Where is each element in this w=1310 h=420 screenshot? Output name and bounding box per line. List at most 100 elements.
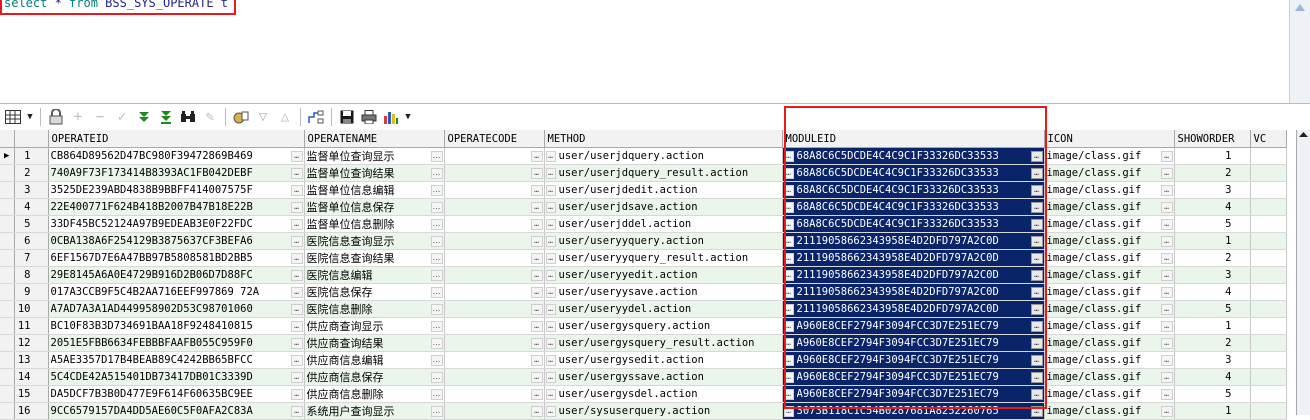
ellipsis-button[interactable]: … — [1160, 253, 1173, 264]
cell-operateid[interactable]: 2051E5FBB6634FEBBBFAAFB055C959F0… — [48, 334, 305, 352]
cell-moduleid[interactable]: … 21119058662343958E4D2DFD797A2C0D… — [782, 266, 1045, 284]
ellipsis-button[interactable]: … — [290, 389, 303, 400]
cell-vc[interactable] — [1250, 300, 1287, 318]
ellipsis-button[interactable]: … — [1160, 236, 1173, 247]
fetch-next-icon[interactable] — [133, 106, 155, 128]
ellipsis-button[interactable]: … — [1030, 236, 1043, 247]
editor-scrollbar[interactable] — [1289, 0, 1310, 103]
ellipsis-button[interactable]: … — [783, 151, 794, 162]
ellipsis-button[interactable]: … — [545, 219, 556, 230]
cell-method[interactable]: … user/userjddel.action — [544, 215, 783, 233]
cell-operateid[interactable]: 017A3CCB9F5C4B2AA716EEF997869 72A… — [48, 283, 305, 301]
cell-vc[interactable] — [1250, 164, 1287, 182]
ellipsis-button[interactable]: … — [545, 236, 556, 247]
cell-moduleid[interactable]: … 3073B118C1C54B0287681A8252260765… — [782, 402, 1045, 420]
cell-operatename[interactable]: 监督单位信息删除… — [304, 215, 445, 233]
ellipsis-button[interactable]: … — [530, 304, 543, 315]
cell-operatecode[interactable]: … — [444, 198, 545, 216]
ellipsis-button[interactable]: … — [545, 304, 556, 315]
ellipsis-button[interactable]: … — [290, 406, 303, 417]
ellipsis-button[interactable]: … — [1030, 304, 1043, 315]
ellipsis-button[interactable]: … — [545, 253, 556, 264]
row-indicator[interactable] — [0, 317, 15, 335]
cell-icon[interactable]: image/class.gif… — [1044, 198, 1175, 216]
ellipsis-button[interactable]: … — [430, 151, 443, 162]
grid-view-icon[interactable] — [2, 106, 24, 128]
ellipsis-button[interactable]: … — [783, 253, 794, 264]
cell-icon[interactable]: image/class.gif… — [1044, 181, 1175, 199]
export-icon[interactable] — [305, 106, 327, 128]
cell-showorder[interactable]: 4 — [1174, 283, 1251, 301]
cell-method[interactable]: … user/usergysedit.action — [544, 351, 783, 369]
cell-method[interactable]: … user/usergysquery_result.action — [544, 334, 783, 352]
ellipsis-button[interactable]: … — [1160, 406, 1173, 417]
row-indicator[interactable] — [0, 249, 15, 267]
cell-moduleid[interactable]: … A960E8CEF2794F3094FCC3D7E251EC79… — [782, 317, 1045, 335]
ellipsis-button[interactable]: … — [783, 236, 794, 247]
cell-method[interactable]: … user/useryysave.action — [544, 283, 783, 301]
cell-operatename[interactable]: 医院信息删除… — [304, 300, 445, 318]
cell-method[interactable]: … user/useryyedit.action — [544, 266, 783, 284]
cell-operateid[interactable]: DA5DCF7B3B0D477E9F614F60635BC9EE… — [48, 385, 305, 403]
cell-vc[interactable] — [1250, 249, 1287, 267]
ellipsis-button[interactable]: … — [290, 253, 303, 264]
ellipsis-button[interactable]: … — [783, 406, 794, 417]
cell-operatecode[interactable]: … — [444, 164, 545, 182]
save-icon[interactable] — [336, 106, 358, 128]
cell-operateid[interactable]: A7AD7A3A1AD449958902D53C98701060… — [48, 300, 305, 318]
ellipsis-button[interactable]: … — [783, 202, 794, 213]
fetch-last-icon[interactable] — [155, 106, 177, 128]
table-row[interactable]: 9 017A3CCB9F5C4B2AA716EEF997869 72A… 医院信息保… — [0, 283, 1287, 301]
query-by-example-icon[interactable] — [230, 106, 252, 128]
ellipsis-button[interactable]: … — [290, 236, 303, 247]
cell-showorder[interactable]: 3 — [1174, 266, 1251, 284]
ellipsis-button[interactable]: … — [430, 372, 443, 383]
ellipsis-button[interactable]: … — [783, 287, 794, 298]
ellipsis-button[interactable]: … — [1030, 151, 1043, 162]
cell-vc[interactable] — [1250, 181, 1287, 199]
cell-operatename[interactable]: 监督单位查询显示… — [304, 147, 445, 165]
cell-vc[interactable] — [1250, 385, 1287, 403]
ellipsis-button[interactable]: … — [545, 321, 556, 332]
cell-vc[interactable] — [1250, 334, 1287, 352]
cell-method[interactable]: … user/userjdquery.action — [544, 147, 783, 165]
cell-operateid[interactable]: 5C4CDE42A515401DB73417DB01C3339D… — [48, 368, 305, 386]
ellipsis-button[interactable]: … — [290, 151, 303, 162]
ellipsis-button[interactable]: … — [530, 202, 543, 213]
ellipsis-button[interactable]: … — [545, 372, 556, 383]
scroll-up-icon[interactable] — [1295, 4, 1305, 11]
column-header-method[interactable]: METHOD — [544, 130, 783, 148]
cell-operatecode[interactable]: … — [444, 266, 545, 284]
cell-operatecode[interactable]: … — [444, 385, 545, 403]
cell-operatecode[interactable]: … — [444, 147, 545, 165]
cell-showorder[interactable]: 1 — [1174, 147, 1251, 165]
row-indicator[interactable] — [0, 266, 15, 284]
cell-moduleid[interactable]: … A960E8CEF2794F3094FCC3D7E251EC79… — [782, 334, 1045, 352]
cell-vc[interactable] — [1250, 232, 1287, 250]
ellipsis-button[interactable]: … — [1030, 185, 1043, 196]
ellipsis-button[interactable]: … — [1160, 304, 1173, 315]
cell-operatecode[interactable]: … — [444, 351, 545, 369]
cell-method[interactable]: … user/useryydel.action — [544, 300, 783, 318]
cell-method[interactable]: … user/userjdedit.action — [544, 181, 783, 199]
ellipsis-button[interactable]: … — [290, 355, 303, 366]
cell-operateid[interactable]: 22E400771F624B418B2007B47B18E22B… — [48, 198, 305, 216]
cell-icon[interactable]: image/class.gif… — [1044, 317, 1175, 335]
filter-icon[interactable]: ▽ — [252, 106, 274, 128]
ellipsis-button[interactable]: … — [783, 185, 794, 196]
ellipsis-button[interactable]: … — [545, 389, 556, 400]
column-header-operatecode[interactable]: OPERATECODE — [444, 130, 545, 148]
cell-vc[interactable] — [1250, 351, 1287, 369]
ellipsis-button[interactable]: … — [290, 185, 303, 196]
ellipsis-button[interactable]: … — [1030, 338, 1043, 349]
clear-icon[interactable]: ✎ — [199, 106, 221, 128]
cell-icon[interactable]: image/class.gif… — [1044, 368, 1175, 386]
cell-showorder[interactable]: 4 — [1174, 198, 1251, 216]
ellipsis-button[interactable]: … — [430, 355, 443, 366]
cell-method[interactable]: … user/usergysquery.action — [544, 317, 783, 335]
ellipsis-button[interactable]: … — [530, 253, 543, 264]
dropdown-icon[interactable]: ▼ — [402, 106, 414, 128]
ellipsis-button[interactable]: … — [783, 355, 794, 366]
chart-icon[interactable] — [380, 106, 402, 128]
cell-vc[interactable] — [1250, 215, 1287, 233]
